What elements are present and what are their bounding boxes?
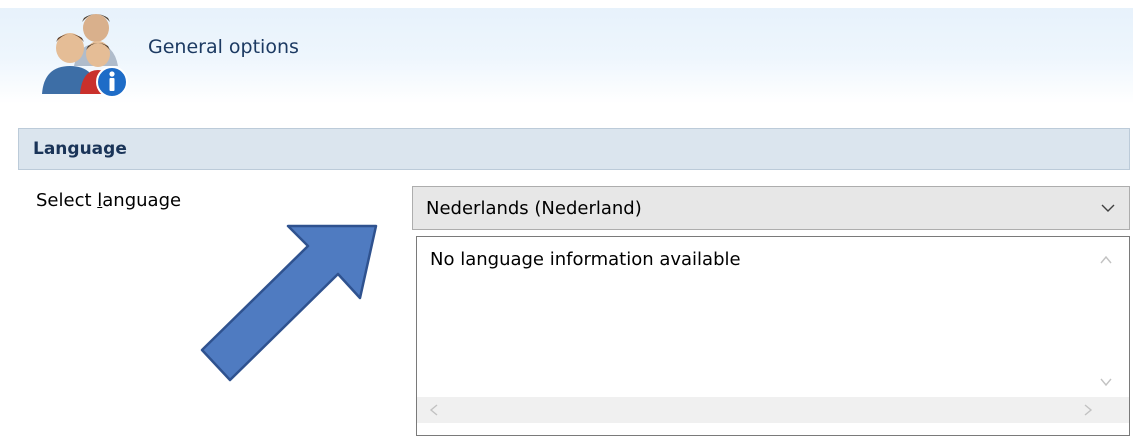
header-top-strip bbox=[0, 0, 1133, 8]
language-info-text: No language information available bbox=[430, 249, 741, 270]
horizontal-scrollbar[interactable] bbox=[417, 397, 1129, 423]
scroll-up-icon[interactable] bbox=[1097, 251, 1115, 269]
chevron-down-icon[interactable] bbox=[1099, 200, 1117, 216]
scroll-down-icon[interactable] bbox=[1097, 373, 1115, 391]
language-select[interactable]: Nederlands (Nederland) bbox=[412, 186, 1130, 230]
pointer-arrow-icon bbox=[200, 224, 378, 382]
language-select-value: Nederlands (Nederland) bbox=[426, 198, 642, 219]
scroll-left-icon[interactable] bbox=[425, 401, 443, 419]
header-title: General options bbox=[148, 36, 299, 58]
users-info-icon bbox=[42, 14, 128, 98]
label-text-end: anguage bbox=[102, 190, 182, 211]
options-header: General options bbox=[0, 0, 1133, 104]
language-info-textarea[interactable]: No language information available bbox=[416, 236, 1130, 436]
select-language-label: Select language bbox=[36, 190, 181, 212]
section-title: Language bbox=[33, 139, 127, 159]
label-text-start: Select bbox=[36, 190, 98, 211]
language-section-bar: Language bbox=[18, 128, 1130, 170]
scroll-right-icon[interactable] bbox=[1079, 401, 1097, 419]
